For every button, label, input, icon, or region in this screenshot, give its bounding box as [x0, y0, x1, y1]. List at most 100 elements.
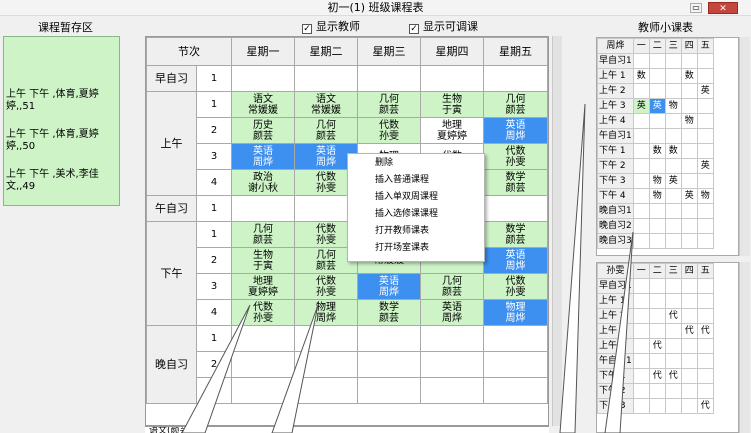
mini-cell[interactable]: 代: [664, 308, 682, 324]
mini-cell[interactable]: [632, 113, 650, 129]
mini-cell[interactable]: 代: [648, 368, 666, 384]
mini-cell[interactable]: [632, 338, 650, 354]
lesson-cell[interactable]: [231, 351, 295, 378]
menu-insert-elective[interactable]: 插入选修课课程: [375, 208, 438, 221]
mini-cell[interactable]: 数: [680, 68, 698, 84]
lesson-cell[interactable]: [294, 351, 358, 378]
pool-item[interactable]: 上午 下午 ,体育,夏婷婷,,51: [6, 89, 118, 113]
mini-cell[interactable]: [648, 203, 666, 219]
lesson-cell[interactable]: [231, 377, 295, 404]
mini-cell[interactable]: 物: [648, 173, 666, 189]
mini-cell[interactable]: 英: [648, 98, 666, 114]
lesson-cell[interactable]: 几何 颜芸: [294, 117, 358, 144]
mini-cell[interactable]: [632, 383, 650, 399]
mini-cell[interactable]: [632, 233, 650, 249]
mini-cell[interactable]: [632, 53, 650, 69]
course-pool-list[interactable]: 上午 下午 ,体育,夏婷婷,,51 上午 下午 ,体育,夏婷婷,,50 上午 下…: [3, 36, 120, 206]
lesson-cell[interactable]: 代数 孙雯: [231, 299, 295, 326]
menu-insert-normal[interactable]: 插入普通课程: [375, 174, 429, 187]
lesson-cell[interactable]: 代数 孙雯: [357, 117, 421, 144]
mini-cell[interactable]: [648, 128, 666, 144]
lesson-cell[interactable]: [357, 65, 421, 92]
mini-cell[interactable]: [680, 353, 698, 369]
mini-cell[interactable]: [664, 53, 682, 69]
mini-cell[interactable]: [632, 353, 650, 369]
mini-cell[interactable]: 英: [680, 188, 698, 204]
mini-cell[interactable]: 代: [648, 338, 666, 354]
mini-cell[interactable]: [696, 293, 714, 309]
mini-cell[interactable]: [696, 53, 714, 69]
mini-cell[interactable]: [648, 383, 666, 399]
mini-cell[interactable]: 代: [696, 398, 714, 414]
mini-cell[interactable]: [664, 383, 682, 399]
menu-delete[interactable]: 删除: [375, 157, 393, 170]
mini-cell[interactable]: [696, 278, 714, 294]
pool-item[interactable]: 上午 下午 ,美术,李佳文,,49: [6, 169, 118, 193]
mini-cell[interactable]: [680, 128, 698, 144]
mini-cell[interactable]: [696, 113, 714, 129]
mini-cell[interactable]: [648, 218, 666, 234]
menu-insert-biweekly[interactable]: 插入单双周课程: [375, 191, 438, 204]
lesson-cell[interactable]: 语文 常媛媛: [294, 91, 358, 118]
mini-cell[interactable]: [680, 383, 698, 399]
mini-cell[interactable]: [680, 218, 698, 234]
lesson-cell[interactable]: 英语 周烨: [420, 299, 484, 326]
mini-cell[interactable]: 数: [648, 143, 666, 159]
mini-cell[interactable]: [680, 233, 698, 249]
mini-cell[interactable]: [696, 308, 714, 324]
mini-cell[interactable]: [648, 293, 666, 309]
mini-cell[interactable]: [664, 188, 682, 204]
mini-cell[interactable]: [632, 323, 650, 339]
mini-cell[interactable]: [664, 398, 682, 414]
lesson-cell[interactable]: [483, 377, 548, 404]
mini-cell[interactable]: [680, 53, 698, 69]
lesson-cell[interactable]: 语文 常媛媛: [231, 91, 295, 118]
lesson-cell[interactable]: 英语 周烨: [483, 117, 548, 144]
lesson-cell[interactable]: [294, 325, 358, 352]
show-adjustable-checkbox[interactable]: ✓ 显示可调课: [409, 18, 478, 34]
lesson-cell[interactable]: [420, 377, 484, 404]
mini-cell[interactable]: [632, 368, 650, 384]
lesson-cell[interactable]: 地理 夏婷婷: [420, 117, 484, 144]
lesson-cell[interactable]: 英语 周烨: [357, 273, 421, 300]
mini-cell[interactable]: [696, 368, 714, 384]
mini-cell[interactable]: 英: [696, 83, 714, 99]
mini-cell[interactable]: [648, 278, 666, 294]
mini-cell[interactable]: [632, 203, 650, 219]
mini-cell[interactable]: [680, 293, 698, 309]
mini-schedule-scrollbar[interactable]: [739, 37, 750, 256]
mini-cell[interactable]: 代: [664, 368, 682, 384]
close-button[interactable]: ✕: [708, 2, 738, 14]
lesson-cell[interactable]: [357, 351, 421, 378]
mini-cell[interactable]: [632, 143, 650, 159]
lesson-cell[interactable]: 政治 谢小秋: [231, 169, 295, 196]
mini-cell[interactable]: 代: [680, 323, 698, 339]
mini-cell[interactable]: [664, 68, 682, 84]
mini-cell[interactable]: 物: [696, 188, 714, 204]
lesson-cell[interactable]: [483, 351, 548, 378]
mini-cell[interactable]: [696, 98, 714, 114]
mini-cell[interactable]: [648, 68, 666, 84]
lesson-cell[interactable]: 代数 孙雯: [483, 143, 548, 170]
mini-cell[interactable]: [632, 278, 650, 294]
mini-cell[interactable]: [632, 398, 650, 414]
mini-cell[interactable]: [680, 338, 698, 354]
mini-cell[interactable]: 数: [664, 143, 682, 159]
mini-cell[interactable]: [696, 383, 714, 399]
lesson-cell[interactable]: 生物 于寅: [420, 91, 484, 118]
lesson-cell[interactable]: [483, 325, 548, 352]
lesson-cell[interactable]: [294, 65, 358, 92]
mini-cell[interactable]: [680, 368, 698, 384]
mini-cell[interactable]: [696, 128, 714, 144]
mini-cell[interactable]: 物: [664, 98, 682, 114]
mini-cell[interactable]: [696, 68, 714, 84]
mini-cell[interactable]: [664, 293, 682, 309]
lesson-cell[interactable]: 几何 颜芸: [231, 221, 295, 248]
mini-cell[interactable]: [696, 218, 714, 234]
mini-cell[interactable]: [632, 173, 650, 189]
mini-cell[interactable]: 代: [696, 323, 714, 339]
mini-cell[interactable]: [680, 203, 698, 219]
mini-cell[interactable]: [632, 158, 650, 174]
mini-cell[interactable]: [648, 398, 666, 414]
mini-cell[interactable]: [664, 323, 682, 339]
